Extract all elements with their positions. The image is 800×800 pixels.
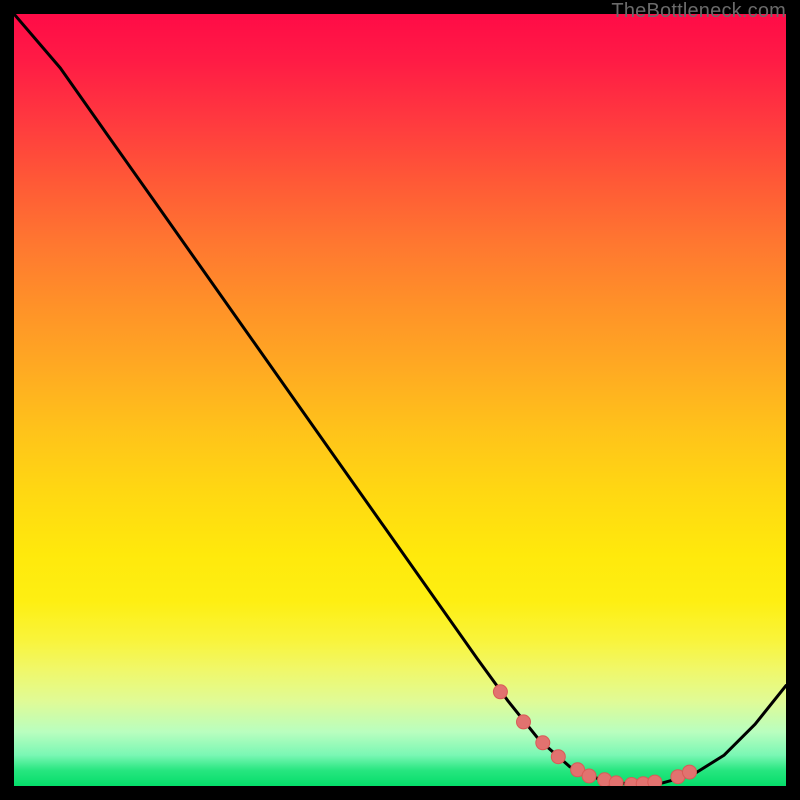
data-marker [517, 715, 531, 729]
data-marker [609, 776, 623, 786]
data-marker [536, 736, 550, 750]
bottleneck-curve [14, 14, 786, 785]
chart-frame [14, 14, 786, 786]
plot-area [14, 14, 786, 786]
data-marker [493, 685, 507, 699]
data-marker [582, 769, 596, 783]
data-marker [648, 775, 662, 786]
credit-label: TheBottleneck.com [611, 0, 786, 23]
data-marker [551, 750, 565, 764]
data-marker [683, 765, 697, 779]
curve-layer [14, 14, 786, 786]
